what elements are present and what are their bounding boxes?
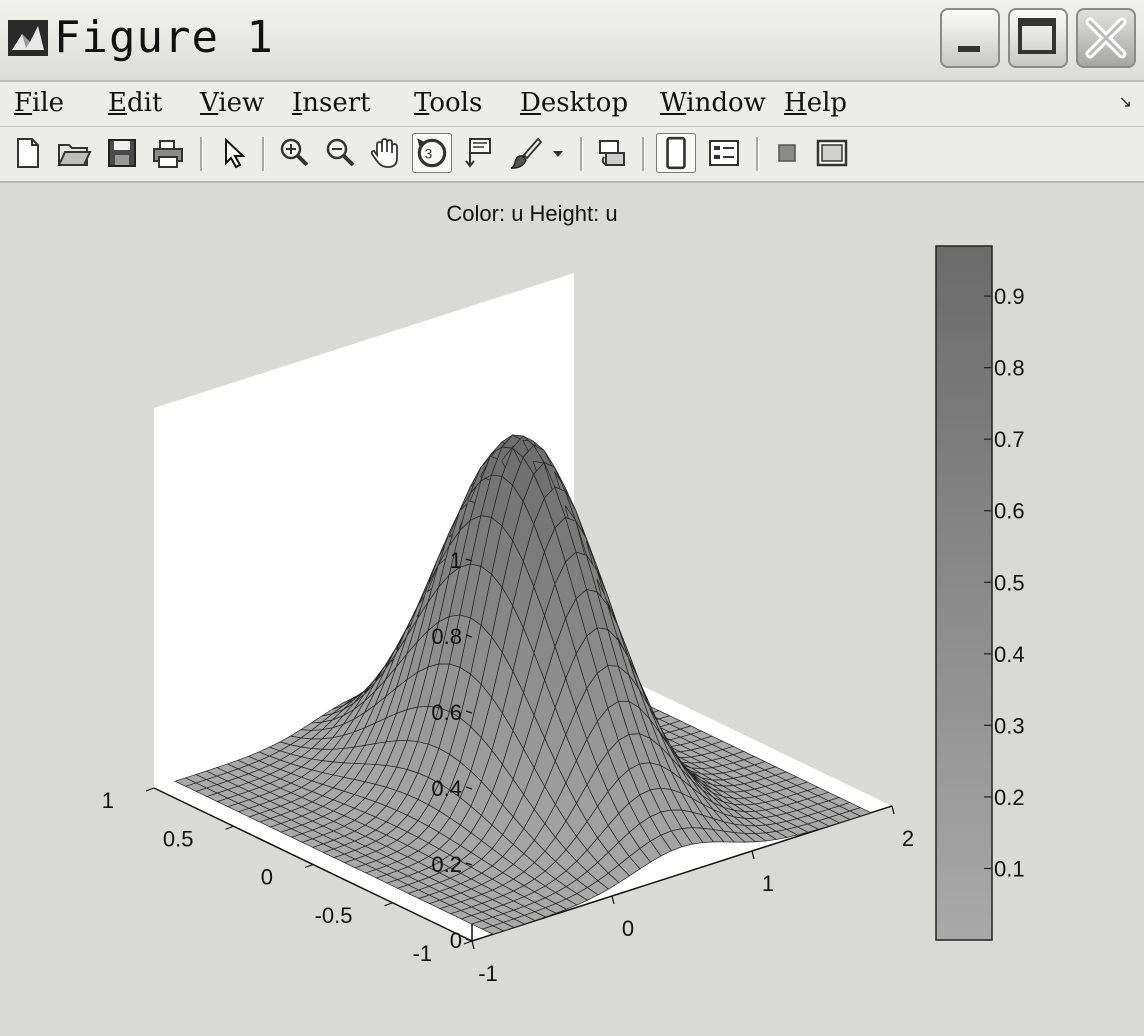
z-tick-label: 0.8 <box>431 624 462 649</box>
colorbar-tick-label: 0.8 <box>994 356 1025 381</box>
colorbar-tick-label: 0.7 <box>994 427 1025 452</box>
data-cursor-icon[interactable] <box>462 135 498 171</box>
menu-desktop[interactable]: Desktop <box>520 88 628 118</box>
select-arrow-icon[interactable] <box>216 135 252 171</box>
colorbar-tick-label: 0.6 <box>994 499 1025 524</box>
colorbar-tick-label: 0.5 <box>994 570 1025 595</box>
show-plot-tools-icon[interactable] <box>814 135 850 171</box>
colorbar-icon <box>666 136 686 170</box>
close-button[interactable] <box>1076 8 1136 68</box>
zoom-in-icon[interactable] <box>276 135 312 171</box>
brush-icon[interactable] <box>508 135 544 171</box>
x-tick-label: 0 <box>622 916 634 941</box>
x-tick-label: 2 <box>902 826 914 851</box>
z-tick-label: 0.2 <box>431 852 462 877</box>
y-tick-label: -1 <box>412 941 432 966</box>
maximize-button[interactable] <box>1008 8 1068 68</box>
brush-dropdown-icon[interactable] <box>548 135 568 171</box>
figure-canvas[interactable]: Color: u Height: u 0 0.2 0.4 0.6 0.8 1 -1 -0.5 0… <box>0 183 1144 1036</box>
minimize-button[interactable] <box>940 8 1000 68</box>
colorbar-tick-label: 0.4 <box>994 642 1025 667</box>
undock-arrow-icon[interactable]: ↘ <box>1119 92 1132 112</box>
z-tick-label: 0.4 <box>431 776 462 801</box>
print-icon[interactable] <box>150 135 186 171</box>
new-figure-icon[interactable] <box>10 135 46 171</box>
save-icon[interactable] <box>104 135 140 171</box>
y-tick-mark <box>384 902 393 907</box>
x-tick-label: 1 <box>762 871 774 896</box>
rotate-3d-button[interactable]: 3 <box>412 133 452 173</box>
y-tick-mark <box>304 863 314 869</box>
window-title: Figure 1 <box>54 12 274 63</box>
y-tick-mark <box>145 787 155 792</box>
menu-window[interactable]: Window <box>660 88 766 118</box>
rotate-3d-icon: 3 <box>417 138 447 168</box>
menu-bar: File Edit View Insert Tools Desktop Wind… <box>0 82 1144 127</box>
surface-plot[interactable]: 0 0.2 0.4 0.6 0.8 1 -1 -0.5 0 0.5 1 -1 0 1 2 0.1 0.2 0.3… <box>0 183 1144 1036</box>
y-tick-label: -0.5 <box>315 903 353 928</box>
legend-icon[interactable] <box>706 135 742 171</box>
x-tick-mark <box>611 895 615 905</box>
x-tick-label: -1 <box>478 961 498 986</box>
menu-tools[interactable]: Tools <box>414 88 482 118</box>
y-tick-mark <box>463 940 473 945</box>
toolbar-separator <box>200 137 203 171</box>
maximize-icon <box>1018 18 1056 54</box>
y-tick-label: 1 <box>102 788 114 813</box>
open-file-icon[interactable] <box>56 135 92 171</box>
menu-file[interactable]: File <box>14 88 64 118</box>
close-icon <box>1085 17 1127 59</box>
toolbar-separator <box>262 137 265 171</box>
colorbar-button[interactable] <box>656 133 696 173</box>
colorbar-tick-label: 0.2 <box>994 785 1025 810</box>
figure-toolbar: 3 <box>0 127 1144 183</box>
figure-window: Figure 1 File Edit View Insert Tools Des… <box>0 0 1144 1036</box>
toolbar-separator <box>756 137 759 171</box>
colorbar-gradient <box>935 245 993 941</box>
z-tick-label: 0.6 <box>431 700 462 725</box>
minimize-icon <box>958 46 980 52</box>
title-bar[interactable]: Figure 1 <box>0 0 1144 82</box>
menu-edit[interactable]: Edit <box>108 88 162 118</box>
link-plot-icon[interactable] <box>594 135 630 171</box>
y-tick-label: 0.5 <box>163 826 194 851</box>
colorbar-tick-label: 0.1 <box>994 856 1025 881</box>
hide-plot-tools-icon[interactable] <box>770 135 806 171</box>
colorbar-tick-label: 0.9 <box>994 284 1025 309</box>
matlab-logo-icon <box>8 20 48 56</box>
y-tick-label: 0 <box>261 865 273 890</box>
zoom-out-icon[interactable] <box>322 135 358 171</box>
z-tick-label: 0 <box>450 928 462 953</box>
colorbar-tick-label: 0.3 <box>994 713 1025 738</box>
x-tick-mark <box>471 940 475 950</box>
menu-help[interactable]: Help <box>784 88 847 118</box>
toolbar-separator <box>642 137 645 171</box>
pan-hand-icon[interactable] <box>368 135 404 171</box>
y-tick-mark <box>225 825 234 830</box>
colorbar[interactable]: 0.1 0.2 0.3 0.4 0.5 0.6 0.7 0.8 0.9 <box>935 245 1025 941</box>
svg-text:3: 3 <box>425 146 433 161</box>
z-tick-label: 1 <box>450 548 462 573</box>
x-tick-mark <box>751 850 755 860</box>
menu-insert[interactable]: Insert <box>292 88 371 118</box>
toolbar-separator <box>580 137 583 171</box>
menu-view[interactable]: View <box>200 88 264 118</box>
x-tick-mark <box>891 805 895 815</box>
